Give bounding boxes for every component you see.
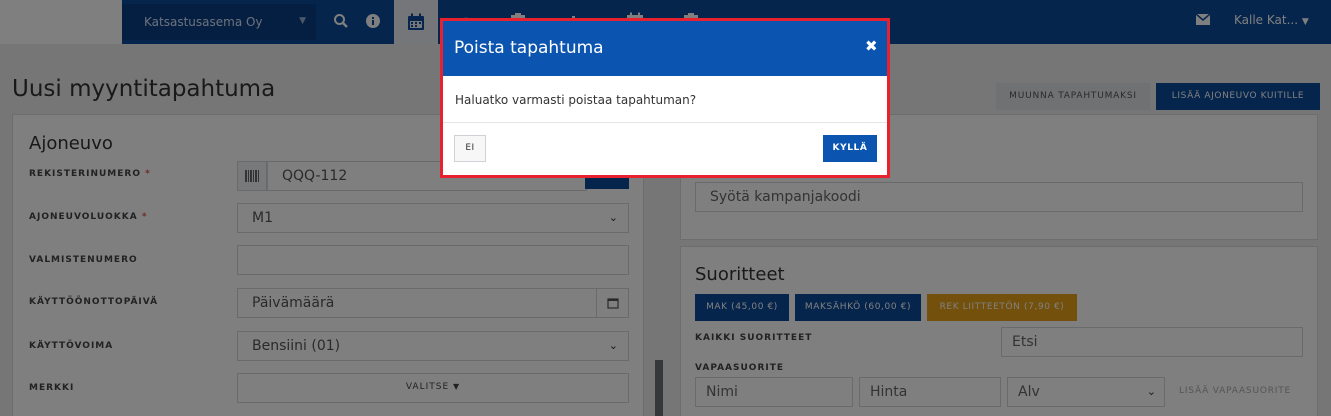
dialog-divider: [443, 122, 887, 123]
delete-event-dialog: Poista tapahtuma ✖ Haluatko varmasti poi…: [440, 18, 890, 178]
cancel-button[interactable]: EI: [454, 135, 486, 162]
dialog-title: Poista tapahtuma: [454, 38, 604, 58]
confirm-button[interactable]: KYLLÄ: [823, 135, 877, 162]
dialog-header: Poista tapahtuma ✖: [443, 21, 887, 76]
dialog-message: Haluatko varmasti poistaa tapahtuman?: [455, 93, 697, 107]
close-icon[interactable]: ✖: [865, 37, 878, 55]
